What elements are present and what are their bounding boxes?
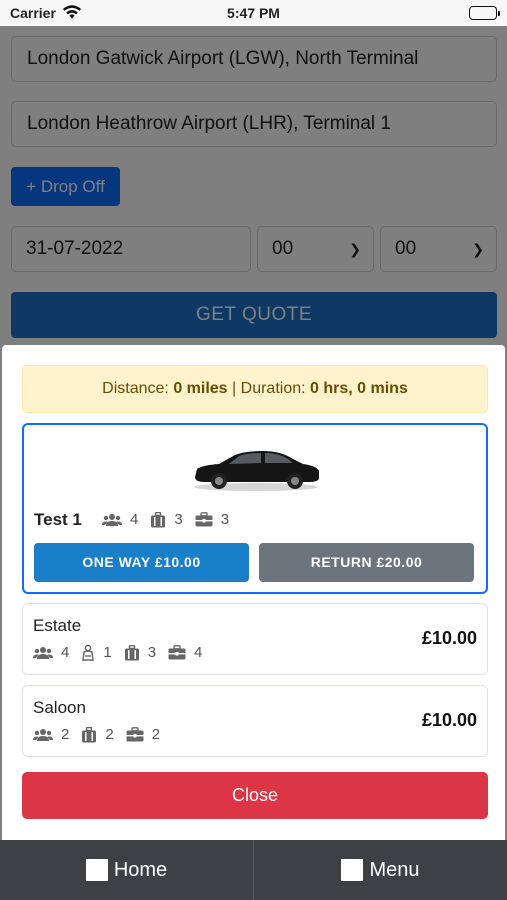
distance-value: 0 miles bbox=[173, 380, 228, 397]
briefcase-icon bbox=[168, 645, 186, 660]
info-separator: | bbox=[232, 380, 237, 397]
vehicle-specs: 4 3 3 bbox=[102, 511, 241, 528]
tab-home[interactable]: Home bbox=[0, 840, 253, 900]
vehicle-name: Saloon bbox=[33, 698, 86, 717]
duration-value: 0 hrs, 0 mins bbox=[310, 380, 408, 397]
tab-menu[interactable]: Menu bbox=[253, 840, 507, 900]
vehicle-price: £10.00 bbox=[421, 710, 477, 730]
luggage-count: 3 bbox=[147, 644, 157, 661]
briefcase-icon bbox=[126, 727, 144, 742]
vehicle-price: £10.00 bbox=[421, 628, 477, 648]
vehicle-card-saloon[interactable]: Saloon 2 2 2 £10.00 bbox=[22, 685, 488, 757]
passengers-count: 4 bbox=[130, 511, 139, 528]
passengers-count: 2 bbox=[61, 726, 70, 743]
vehicle-name: Test 1 bbox=[34, 510, 82, 529]
child-seats-count: 1 bbox=[103, 644, 112, 661]
return-button[interactable]: RETURN £20.00 bbox=[259, 543, 474, 582]
one-way-button[interactable]: ONE WAY £10.00 bbox=[34, 543, 249, 582]
vehicle-name: Estate bbox=[33, 616, 82, 635]
distance-label: Distance: bbox=[102, 380, 169, 397]
luggage-icon bbox=[81, 726, 97, 743]
bags-count: 2 bbox=[151, 726, 161, 743]
battery-icon bbox=[469, 6, 500, 20]
bags-count: 4 bbox=[194, 644, 203, 661]
luggage-count: 2 bbox=[105, 726, 114, 743]
passengers-icon bbox=[102, 513, 122, 527]
trip-info-alert: Distance: 0 miles | Duration: 0 hrs, 0 m… bbox=[22, 365, 488, 413]
menu-icon bbox=[341, 859, 364, 881]
vehicle-specs: 2 2 2 bbox=[33, 726, 172, 743]
briefcase-icon bbox=[195, 512, 213, 527]
car-image bbox=[189, 447, 323, 493]
vehicle-card-estate[interactable]: Estate 4 1 3 4 £10.00 bbox=[22, 603, 488, 675]
selected-vehicle-card[interactable]: Test 1 4 3 3 ONE WAY £10.00 RETURN £20.0… bbox=[22, 423, 488, 594]
status-bar: Carrier 5:47 PM bbox=[0, 0, 507, 26]
bottom-tab-bar: Home Menu bbox=[0, 840, 507, 900]
vehicle-specs: 4 1 3 4 bbox=[33, 644, 214, 661]
tab-menu-label: Menu bbox=[369, 858, 420, 881]
passengers-count: 4 bbox=[61, 644, 70, 661]
luggage-icon bbox=[150, 511, 166, 528]
tab-home-label: Home bbox=[113, 858, 168, 881]
quote-modal: Distance: 0 miles | Duration: 0 hrs, 0 m… bbox=[2, 345, 505, 840]
duration-label: Duration: bbox=[240, 380, 306, 397]
child-seat-icon bbox=[81, 644, 95, 661]
bags-count: 3 bbox=[220, 511, 230, 528]
close-button[interactable]: Close bbox=[22, 772, 488, 819]
passengers-icon bbox=[33, 646, 53, 660]
luggage-icon bbox=[124, 644, 140, 661]
passengers-icon bbox=[33, 728, 53, 742]
status-time: 5:47 PM bbox=[227, 5, 280, 21]
home-icon bbox=[85, 859, 108, 881]
luggage-count: 3 bbox=[174, 511, 183, 528]
